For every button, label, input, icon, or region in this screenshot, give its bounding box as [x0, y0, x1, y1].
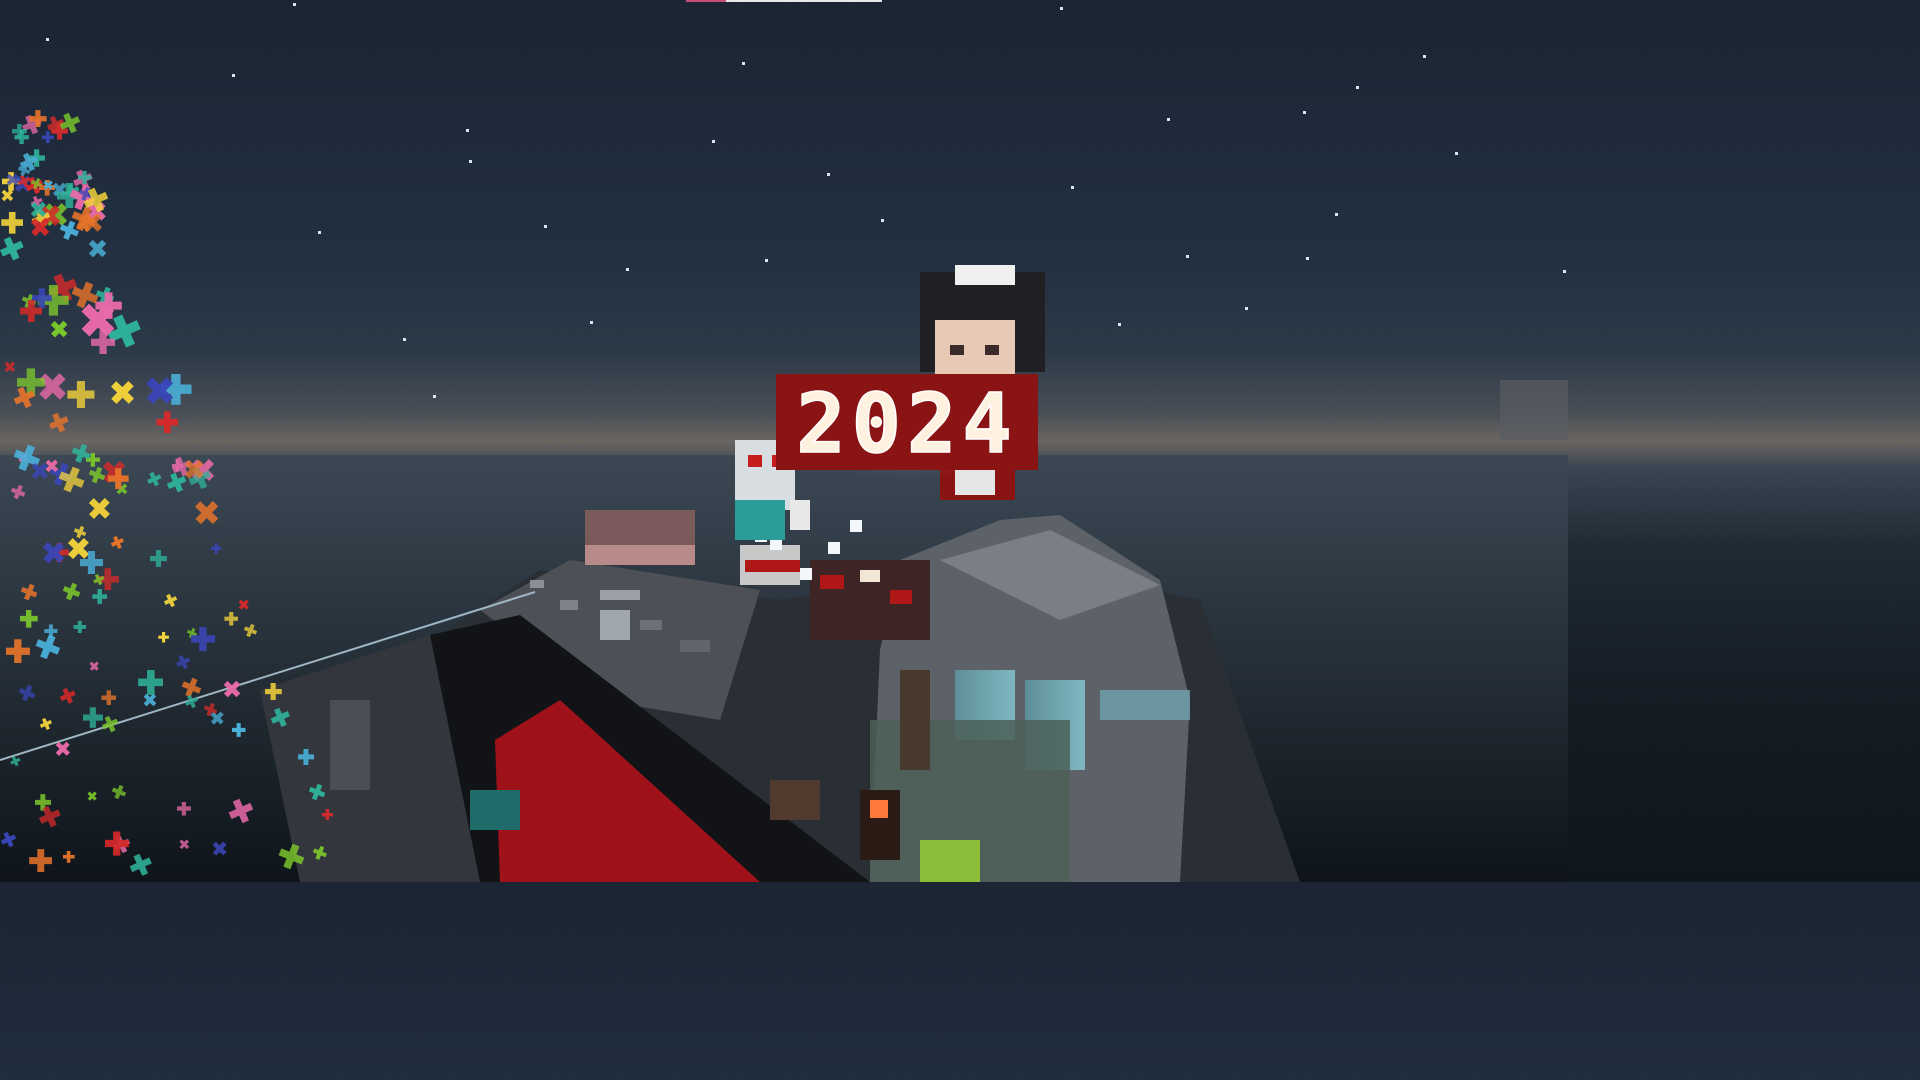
confetti-piece — [321, 808, 334, 821]
confetti-piece — [158, 631, 169, 643]
confetti-piece — [0, 233, 28, 264]
confetti-piece — [268, 705, 293, 730]
confetti-piece — [29, 849, 53, 873]
confetti-piece — [72, 524, 88, 540]
green-block — [920, 840, 980, 882]
doll-face — [935, 320, 1015, 375]
confetti-piece — [176, 801, 191, 816]
confetti-piece — [179, 675, 204, 700]
confetti-piece — [73, 620, 87, 634]
confetti-piece — [104, 374, 139, 409]
confetti-piece — [38, 716, 54, 732]
confetti-piece — [150, 550, 167, 567]
confetti-piece — [1, 211, 24, 234]
confetti-piece — [297, 748, 315, 766]
lantern — [800, 568, 812, 580]
confetti-piece — [5, 639, 30, 664]
confetti-piece — [58, 685, 78, 705]
confetti-piece — [211, 543, 222, 554]
confetti-piece — [235, 597, 251, 613]
confetti-piece — [32, 366, 73, 407]
lantern — [870, 800, 888, 818]
confetti-piece — [82, 707, 104, 728]
confetti-piece — [174, 653, 193, 672]
confetti-piece — [276, 840, 308, 872]
confetti-piece — [19, 609, 38, 628]
confetti-piece — [32, 288, 52, 308]
confetti-piece — [47, 316, 73, 342]
firework-confetti — [0, 110, 420, 882]
confetti-piece — [311, 844, 329, 862]
confetti-piece — [9, 483, 28, 502]
confetti-piece — [225, 795, 257, 827]
year-sign: 2024 — [776, 374, 1038, 473]
confetti-piece — [97, 455, 131, 489]
confetti-piece — [67, 380, 95, 409]
confetti-piece — [109, 534, 126, 551]
confetti-piece — [8, 754, 22, 768]
confetti-piece — [188, 495, 224, 531]
confetti-piece — [52, 738, 74, 760]
confetti-piece — [92, 589, 108, 604]
confetti-piece — [19, 582, 40, 603]
confetti-piece — [231, 723, 246, 737]
rooftop-light — [600, 610, 630, 640]
confetti-piece — [86, 464, 107, 485]
confetti-piece — [45, 409, 71, 435]
confetti-piece — [2, 359, 18, 375]
confetti-piece — [264, 682, 282, 701]
confetti-piece — [156, 411, 179, 433]
confetti-piece — [126, 851, 154, 879]
confetti-piece — [85, 789, 100, 804]
confetti-piece — [307, 782, 328, 803]
confetti-piece — [0, 830, 18, 850]
lantern — [828, 542, 840, 554]
confetti-piece — [209, 838, 231, 860]
sign-text: 2024 — [796, 377, 1017, 472]
confetti-piece — [138, 669, 164, 695]
confetti-piece — [60, 580, 82, 602]
confetti-piece — [110, 783, 128, 801]
confetti-piece — [70, 441, 94, 465]
confetti-piece — [36, 803, 64, 831]
confetti-piece — [83, 493, 115, 525]
confetti-piece — [162, 592, 179, 609]
confetti-piece — [177, 837, 192, 852]
confetti-piece — [243, 622, 260, 639]
distant-cloud — [1500, 380, 1568, 440]
confetti-piece — [62, 850, 75, 863]
confetti-piece — [87, 659, 102, 674]
confetti-piece — [32, 632, 63, 663]
confetti-piece — [183, 693, 200, 710]
confetti-piece — [101, 690, 117, 705]
confetti-piece — [219, 677, 244, 702]
confetti-piece — [145, 469, 164, 488]
game-viewport[interactable]: 2024 — [0, 0, 1568, 882]
confetti-piece — [224, 611, 239, 626]
confetti-piece — [84, 235, 111, 262]
confetti-piece — [17, 683, 38, 704]
lantern — [850, 520, 862, 532]
